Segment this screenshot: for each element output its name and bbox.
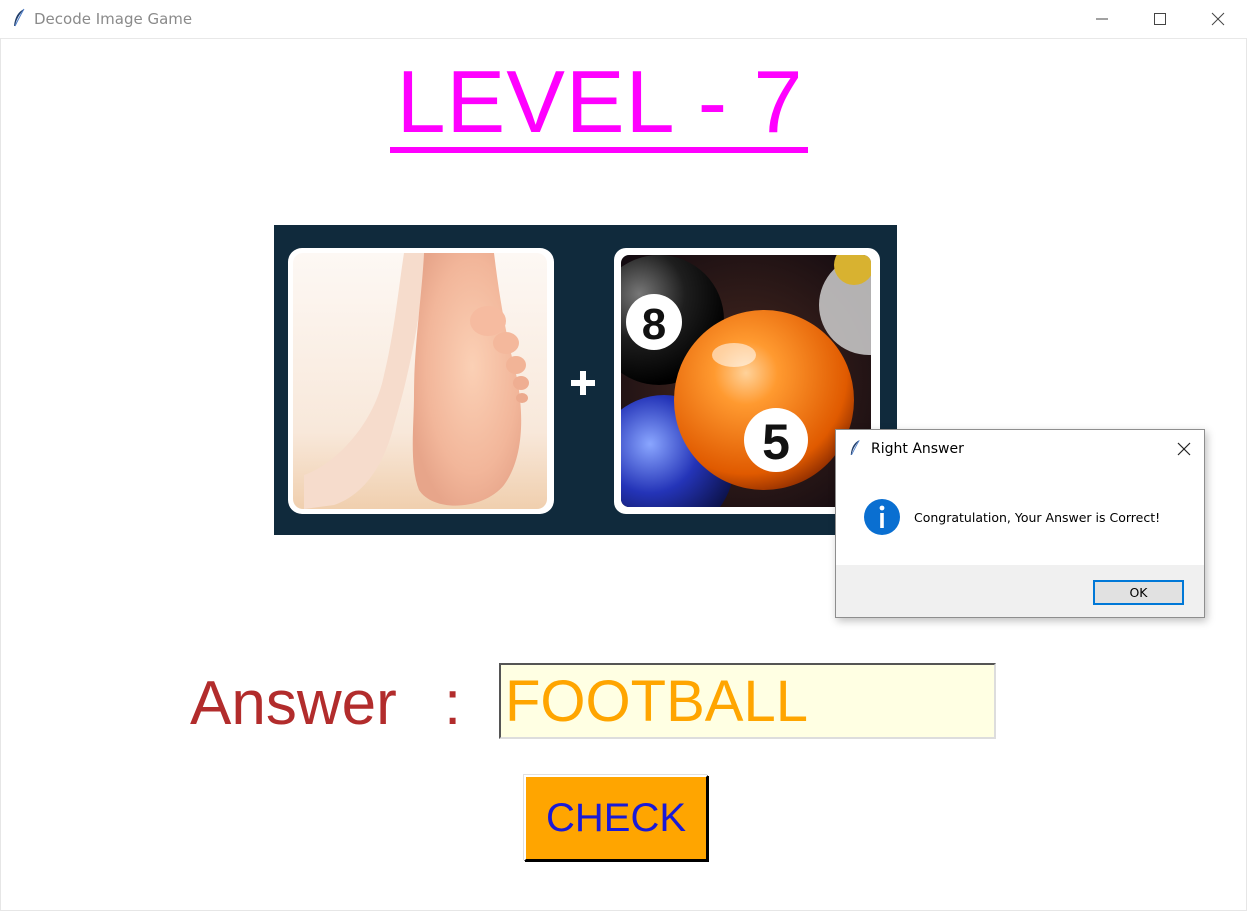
answer-input[interactable] xyxy=(499,663,996,739)
right-answer-dialog: Right Answer Congratulation, Your Answer… xyxy=(835,429,1205,618)
svg-text:5: 5 xyxy=(762,414,790,470)
answer-colon: : xyxy=(444,669,462,738)
level-title: LEVEL - 7 xyxy=(396,52,804,151)
dialog-message: Congratulation, Your Answer is Correct! xyxy=(914,510,1161,525)
dialog-footer: OK xyxy=(836,565,1204,617)
window-title: Decode Image Game xyxy=(34,10,193,28)
close-icon xyxy=(1177,442,1191,456)
ok-button[interactable]: OK xyxy=(1093,580,1184,605)
maximize-icon xyxy=(1154,13,1166,25)
maximize-button[interactable] xyxy=(1131,0,1189,38)
dialog-close-button[interactable] xyxy=(1170,436,1198,462)
feather-icon xyxy=(14,8,25,27)
close-icon xyxy=(1211,12,1225,26)
level-title-underline xyxy=(390,147,808,153)
check-button[interactable]: CHECK xyxy=(524,775,708,861)
info-icon xyxy=(864,499,900,535)
svg-text:8: 8 xyxy=(642,300,666,349)
close-button[interactable] xyxy=(1189,0,1247,38)
minimize-icon xyxy=(1096,18,1108,20)
dialog-title: Right Answer xyxy=(871,441,964,457)
feather-icon xyxy=(850,440,860,456)
puzzle-image: 8 5 xyxy=(274,225,897,535)
answer-label: Answer xyxy=(190,669,397,738)
title-bar: Decode Image Game xyxy=(0,0,1247,39)
minimize-button[interactable] xyxy=(1073,0,1131,38)
